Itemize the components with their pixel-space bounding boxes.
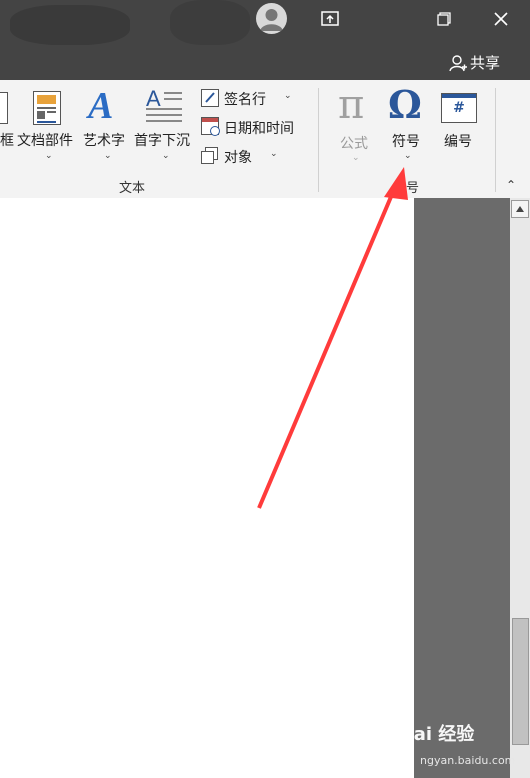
group-separator xyxy=(495,88,496,192)
chevron-down-icon[interactable]: ⌄ xyxy=(162,151,170,161)
wordart-label[interactable]: 艺术字 xyxy=(83,130,125,150)
textbox-icon xyxy=(0,92,8,124)
quick-parts-icon xyxy=(33,91,61,125)
close-icon[interactable] xyxy=(487,6,515,32)
share-person-icon xyxy=(449,54,467,71)
signature-line-icon xyxy=(201,89,219,107)
ribbon: 框 文档部件 ⌄ A 艺术字 ⌄ A 首字下沉 ⌄ 签名行 ⌄ 日期和时间 对象… xyxy=(0,80,530,198)
signature-line-label[interactable]: 签名行 xyxy=(224,89,266,109)
number-label[interactable]: 编号 xyxy=(444,131,472,151)
object-icon xyxy=(201,147,218,164)
watermark-logo: Bai 经验 xyxy=(400,720,474,746)
collapse-ribbon-icon[interactable]: ⌃ xyxy=(506,178,516,192)
vertical-scrollbar[interactable] xyxy=(510,198,530,778)
scroll-thumb[interactable] xyxy=(512,618,529,745)
watermark-url: ngyan.baidu.com xyxy=(420,754,516,767)
user-avatar-icon[interactable] xyxy=(256,3,287,34)
quick-parts-label[interactable]: 文档部件 xyxy=(17,130,73,150)
symbol-label[interactable]: 符号 xyxy=(392,131,420,151)
title-bar xyxy=(0,0,530,45)
drop-cap-label[interactable]: 首字下沉 xyxy=(134,130,190,150)
chevron-down-icon[interactable]: ⌄ xyxy=(104,151,112,161)
textbox-button-label[interactable]: 框 xyxy=(0,130,14,150)
group-text-label: 文本 xyxy=(119,181,146,196)
chevron-down-icon[interactable]: ⌄ xyxy=(404,151,412,161)
title-decoration xyxy=(170,0,250,45)
share-bar: 共享 xyxy=(0,45,530,80)
ribbon-display-icon[interactable] xyxy=(316,6,344,32)
watermark-brand: Bai 经验 xyxy=(400,724,475,745)
restore-icon[interactable] xyxy=(430,6,458,32)
chevron-down-icon[interactable]: ⌄ xyxy=(270,149,278,159)
drop-cap-icon: A xyxy=(146,86,182,124)
chevron-down-icon[interactable]: ⌄ xyxy=(352,153,360,163)
group-symbols-label: 号 xyxy=(406,181,420,196)
chevron-down-icon[interactable]: ⌄ xyxy=(45,151,53,161)
document-page[interactable] xyxy=(0,198,414,778)
object-label[interactable]: 对象 xyxy=(224,147,252,167)
formula-label[interactable]: 公式 xyxy=(340,133,368,153)
group-separator xyxy=(318,88,319,192)
share-label: 共享 xyxy=(470,54,501,72)
date-time-label[interactable]: 日期和时间 xyxy=(224,118,294,138)
omega-icon: Ω xyxy=(388,82,422,127)
chevron-down-icon[interactable]: ⌄ xyxy=(284,91,292,101)
wordart-icon: A xyxy=(88,85,114,127)
scroll-up-icon[interactable] xyxy=(511,200,529,218)
date-time-icon xyxy=(201,117,220,136)
number-icon: # xyxy=(441,93,477,123)
pi-icon: π xyxy=(338,82,365,128)
title-decoration xyxy=(10,5,130,45)
share-button[interactable]: 共享 xyxy=(449,52,500,73)
